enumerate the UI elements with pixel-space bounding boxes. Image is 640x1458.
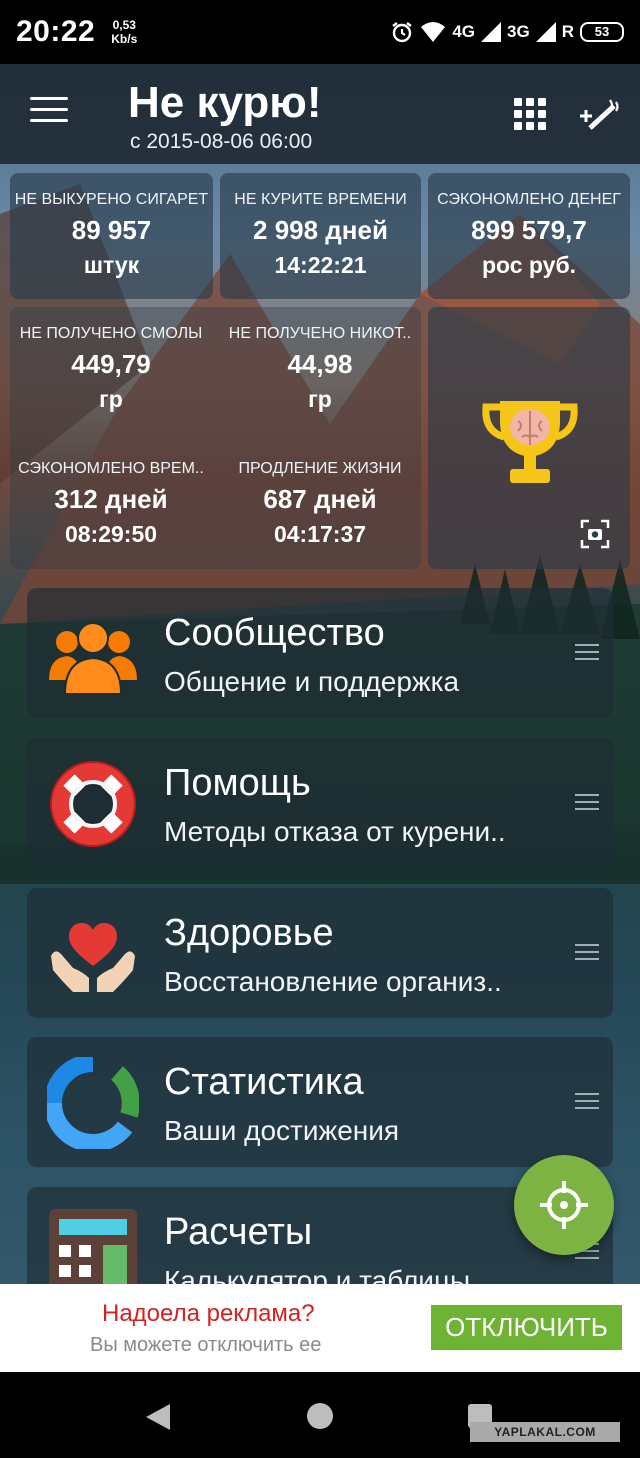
ad-banner[interactable]: Надоела реклама? Вы можете отключить ее … <box>0 1284 640 1372</box>
menu-card-subtitle: Общение и поддержка <box>164 666 460 697</box>
menu-card-health[interactable]: Здоровье Восстановление организ.. <box>27 888 613 1018</box>
status-icons: 4G 3G R 53 <box>390 20 624 44</box>
disable-ads-button[interactable]: ОТКЛЮЧИТЬ <box>431 1305 622 1350</box>
drag-handle-icon[interactable] <box>575 644 599 664</box>
quit-date: с 2015-08-06 06:00 <box>130 130 313 153</box>
watermark: YAPLAKAL.COM <box>470 1422 620 1442</box>
ad-title: Надоела реклама? <box>102 1300 315 1327</box>
clock: 20:22 <box>16 15 96 48</box>
roaming-indicator: R <box>561 22 574 41</box>
target-fab-button[interactable] <box>514 1155 614 1255</box>
menu-card-subtitle: Методы отказа от курени.. <box>164 816 506 847</box>
network-speed: 0,53 Kb/s <box>111 18 138 46</box>
menu-card-title: Здоровье <box>164 912 334 954</box>
home-icon[interactable] <box>307 1403 333 1429</box>
drag-handle-icon[interactable] <box>575 944 599 964</box>
menu-card-community[interactable]: Сообщество Общение и поддержка <box>27 588 613 718</box>
ad-subtitle: Вы можете отключить ее <box>90 1334 322 1356</box>
app-header: Не курю! с 2015-08-06 06:00 <box>0 64 640 164</box>
stat-tile-money[interactable]: СЭКОНОМЛЕНО ДЕНЕГ 899 579,7 рос руб. <box>428 173 630 299</box>
statistics-icon <box>47 1057 139 1149</box>
wifi-icon <box>421 22 446 42</box>
add-cigarette-icon[interactable] <box>576 94 620 134</box>
menu-card-title: Расчеты <box>164 1211 313 1253</box>
stat-tile-time[interactable]: НЕ КУРИТЕ ВРЕМЕНИ 2 998 дней 14:22:21 <box>220 173 421 299</box>
network-type-3g: 3G <box>507 22 530 41</box>
drag-handle-icon[interactable] <box>575 1093 599 1113</box>
trophy-icon <box>482 401 578 483</box>
lifebuoy-icon <box>50 761 136 847</box>
alarm-icon <box>392 22 413 43</box>
signal-icon <box>481 22 502 42</box>
stat-tile-cigarettes[interactable]: НЕ ВЫКУРЕНО СИГАРЕТ 89 957 штук <box>10 173 213 299</box>
hamburger-menu-icon[interactable] <box>30 97 68 127</box>
menu-card-title: Помощь <box>164 762 311 804</box>
stat-life-extension[interactable]: ПРОДЛЕНИЕ ЖИЗНИ 687 дней 04:17:37 <box>220 460 420 548</box>
stat-time-saved[interactable]: СЭКОНОМЛЕНО ВРЕМ.. 312 дней 08:29:50 <box>11 460 211 548</box>
menu-card-subtitle: Ваши достижения <box>164 1115 400 1146</box>
page-title: Не курю! <box>128 78 322 127</box>
system-nav-bar: YAPLAKAL.COM <box>0 1372 640 1458</box>
grid-icon[interactable] <box>514 98 546 130</box>
battery-icon: 53 <box>580 22 624 42</box>
drag-handle-icon[interactable] <box>575 794 599 814</box>
menu-card-title: Статистика <box>164 1061 364 1103</box>
status-bar: 20:22 0,53 Kb/s 4G 3G R 53 <box>0 0 640 64</box>
menu-card-subtitle: Восстановление организ.. <box>164 966 502 997</box>
heart-hands-icon <box>51 923 135 992</box>
back-icon[interactable] <box>146 1404 170 1430</box>
achievement-tile[interactable] <box>428 307 630 569</box>
menu-card-statistics[interactable]: Статистика Ваши достижения <box>27 1037 613 1167</box>
screenshot-icon[interactable] <box>580 519 610 549</box>
community-icon <box>49 622 137 695</box>
stat-nicotine[interactable]: НЕ ПОЛУЧЕНО НИКОТ.. 44,98 гр <box>220 325 420 413</box>
menu-card-help[interactable]: Помощь Методы отказа от курени.. <box>27 738 613 868</box>
menu-card-subtitle: Калькулятор и таблицы <box>164 1265 471 1284</box>
calculator-icon <box>49 1209 137 1284</box>
crosshair-icon <box>540 1181 588 1229</box>
menu-card-title: Сообщество <box>164 612 385 654</box>
signal-icon <box>535 22 556 42</box>
stat-tar[interactable]: НЕ ПОЛУЧЕНО СМОЛЫ 449,79 гр <box>11 325 211 413</box>
network-type-4g: 4G <box>452 22 476 41</box>
